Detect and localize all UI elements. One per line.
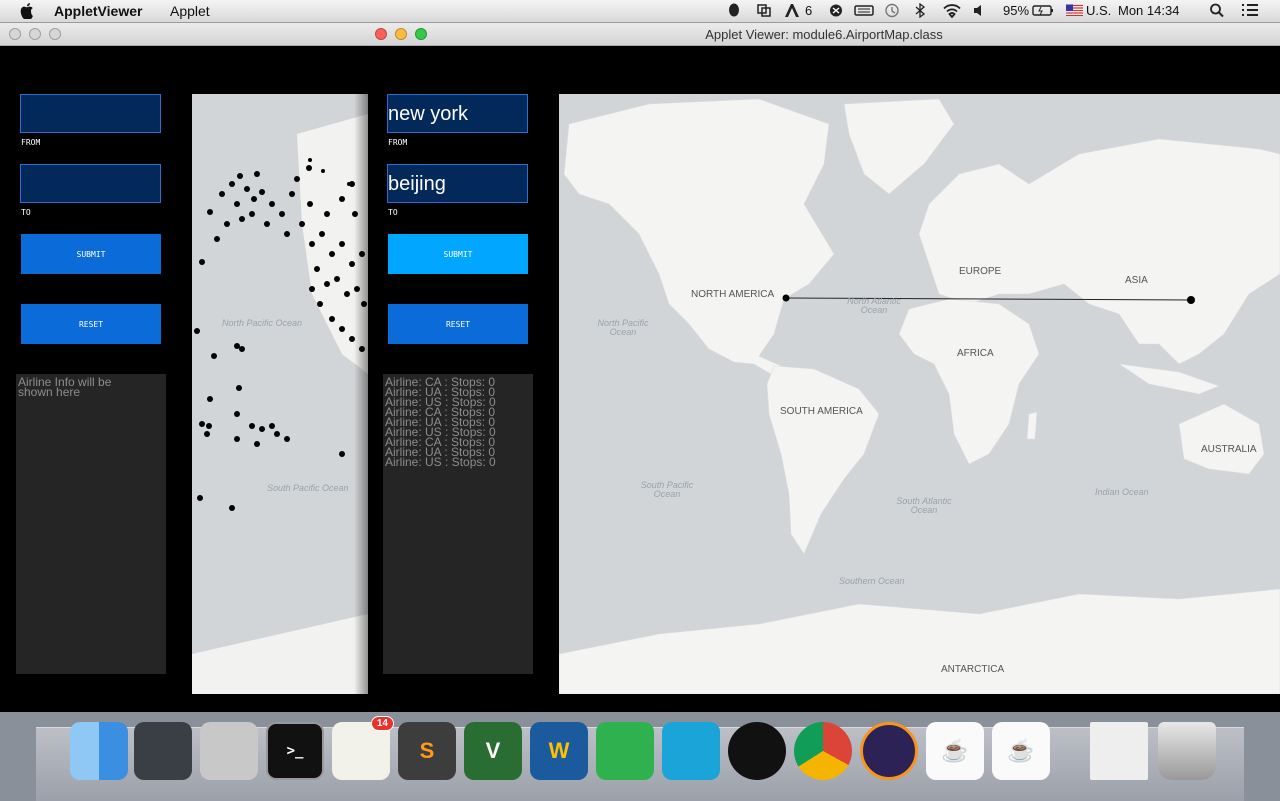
from-caption-left: FROM — [21, 138, 41, 147]
ocean-label-north-pacific: North Pacific Ocean — [597, 318, 649, 337]
map-edge-shadow — [354, 94, 368, 694]
reminders-badge: 14 — [370, 716, 394, 731]
chrome-icon[interactable] — [794, 722, 852, 780]
from-caption-right: FROM — [388, 138, 408, 147]
continent-label-asia: ASIA — [1125, 275, 1148, 286]
from-input-right[interactable] — [387, 94, 528, 133]
ocean-label-indian: Indian Ocean — [1095, 487, 1149, 497]
minimize-button-inactive[interactable] — [29, 28, 41, 40]
zoom-button-inactive[interactable] — [49, 28, 61, 40]
ocean-label-south-pacific: South Pacific Ocean — [640, 480, 694, 499]
airline-results-box: Airline: CA : Stops: 0 Airline: UA : Sto… — [383, 374, 533, 674]
notification-center-icon[interactable] — [1240, 3, 1260, 18]
window-title: Applet Viewer: module6.AirportMap.class — [705, 27, 943, 42]
finder-icon[interactable] — [70, 722, 128, 780]
spotlight-search-icon[interactable] — [1209, 3, 1225, 18]
notification-off-icon[interactable] — [828, 3, 844, 18]
australia-land — [1178, 403, 1265, 475]
vim-icon[interactable]: V — [464, 722, 522, 780]
world-map[interactable]: NORTH AMERICA SOUTH AMERICA EUROPE ASIA … — [559, 94, 1280, 694]
minimized-window-thumbnail[interactable] — [1090, 722, 1148, 780]
indonesia-land — [1118, 363, 1220, 395]
airport-dots-layer — [192, 114, 368, 694]
time-machine-icon[interactable] — [884, 3, 900, 18]
notification-count: 6 — [805, 3, 813, 18]
africa-land — [898, 298, 1040, 465]
battery-icon[interactable] — [1032, 3, 1054, 18]
airport-marker-new-york[interactable] — [782, 294, 790, 302]
wifi-icon[interactable] — [942, 3, 962, 18]
eclipse-icon[interactable] — [860, 722, 918, 780]
volume-icon[interactable] — [972, 3, 988, 18]
antarctica-land — [559, 588, 1280, 694]
continent-label-europe: EUROPE — [959, 266, 1002, 277]
input-source-label[interactable]: U.S. — [1086, 3, 1111, 18]
calculator-icon[interactable] — [200, 722, 258, 780]
sublime-text-icon[interactable]: S — [398, 722, 456, 780]
battery-percent: 95% — [1003, 3, 1030, 18]
qq-status-icon[interactable] — [726, 3, 742, 18]
continent-label-africa: AFRICA — [957, 348, 994, 359]
continent-label-antarctica: ANTARCTICA — [941, 664, 1005, 675]
trash-icon[interactable] — [1158, 722, 1216, 780]
clock[interactable]: Mon 14:34 — [1118, 3, 1179, 18]
keyboard-icon[interactable] — [854, 3, 874, 18]
qq-icon[interactable] — [728, 722, 786, 780]
to-input-right-text[interactable] — [388, 173, 527, 196]
us-flag-icon[interactable] — [1066, 3, 1083, 18]
reset-button-right[interactable]: RESET — [388, 304, 528, 344]
applet-window-back: FROM TO SUBMIT RESET Airline Info will b… — [0, 23, 368, 712]
bluetooth-icon[interactable] — [914, 3, 926, 18]
from-input-left[interactable] — [20, 94, 161, 133]
airport-marker-beijing[interactable] — [1187, 296, 1195, 304]
to-caption-left: TO — [21, 208, 31, 217]
to-caption-right: TO — [388, 208, 398, 217]
to-input-left[interactable] — [20, 164, 161, 203]
airline-info-box-left: Airline Info will be shown here — [16, 374, 166, 674]
from-input-left-text[interactable] — [21, 103, 160, 126]
submit-button-right[interactable]: SUBMIT — [388, 234, 528, 274]
menu-bar: AppletViewer Applet 6 95% U.S. Mon 14:34 — [0, 0, 1280, 23]
continent-label-north-america: NORTH AMERICA — [691, 289, 775, 300]
java-app-icon-2[interactable]: ☕ — [992, 722, 1050, 780]
continent-label-australia: AUSTRALIA — [1201, 444, 1257, 455]
reminders-icon[interactable]: 14 — [332, 716, 394, 780]
sync-icon[interactable] — [756, 3, 772, 18]
apple-menu-icon[interactable] — [20, 2, 36, 19]
south-america-land — [766, 365, 880, 555]
north-america-land — [563, 98, 835, 385]
ocean-label-southern: Southern Ocean — [839, 576, 905, 586]
java-app-icon-1[interactable]: ☕ — [926, 722, 984, 780]
to-input-right[interactable] — [387, 164, 528, 203]
title-bar-front: Applet Viewer: module6.AirportMap.class — [368, 23, 1280, 46]
preview-icon[interactable] — [134, 722, 192, 780]
ocean-label-south-pacific-left: South Pacific Ocean — [267, 483, 349, 493]
to-input-left-text[interactable] — [21, 173, 160, 196]
from-input-right-text[interactable] — [388, 103, 527, 126]
submit-button-left[interactable]: SUBMIT — [21, 234, 161, 274]
madagascar-land — [1026, 411, 1038, 440]
brackets-icon[interactable] — [662, 722, 720, 780]
world-landmass-layer — [559, 98, 1280, 694]
evernote-icon[interactable] — [596, 722, 654, 780]
applet-menu[interactable]: Applet — [170, 3, 210, 19]
ocean-label-north-pacific-left: North Pacific Ocean — [222, 318, 303, 328]
wunderlist-icon[interactable]: W — [530, 722, 588, 780]
airline-result-row: Airline: US : Stops: 0 — [385, 455, 496, 469]
ocean-label-south-atlantic: South Atlantic Ocean — [896, 496, 952, 515]
close-button-inactive[interactable] — [9, 28, 21, 40]
app-menu[interactable]: AppletViewer — [54, 3, 142, 19]
applet-window-front: Applet Viewer: module6.AirportMap.class … — [368, 23, 1280, 712]
title-bar-back — [0, 23, 368, 46]
terminal-icon[interactable]: >_ — [266, 722, 324, 780]
reset-button-left[interactable]: RESET — [21, 304, 161, 344]
ocean-label-north-atlantic: North Atlantic Ocean — [847, 296, 901, 315]
greenland-land — [843, 98, 955, 195]
adobe-icon[interactable] — [784, 3, 800, 18]
continent-label-south-america: SOUTH AMERICA — [780, 406, 863, 417]
airport-map-left[interactable]: North Pacific Ocean South Pacific Ocean — [192, 94, 368, 694]
